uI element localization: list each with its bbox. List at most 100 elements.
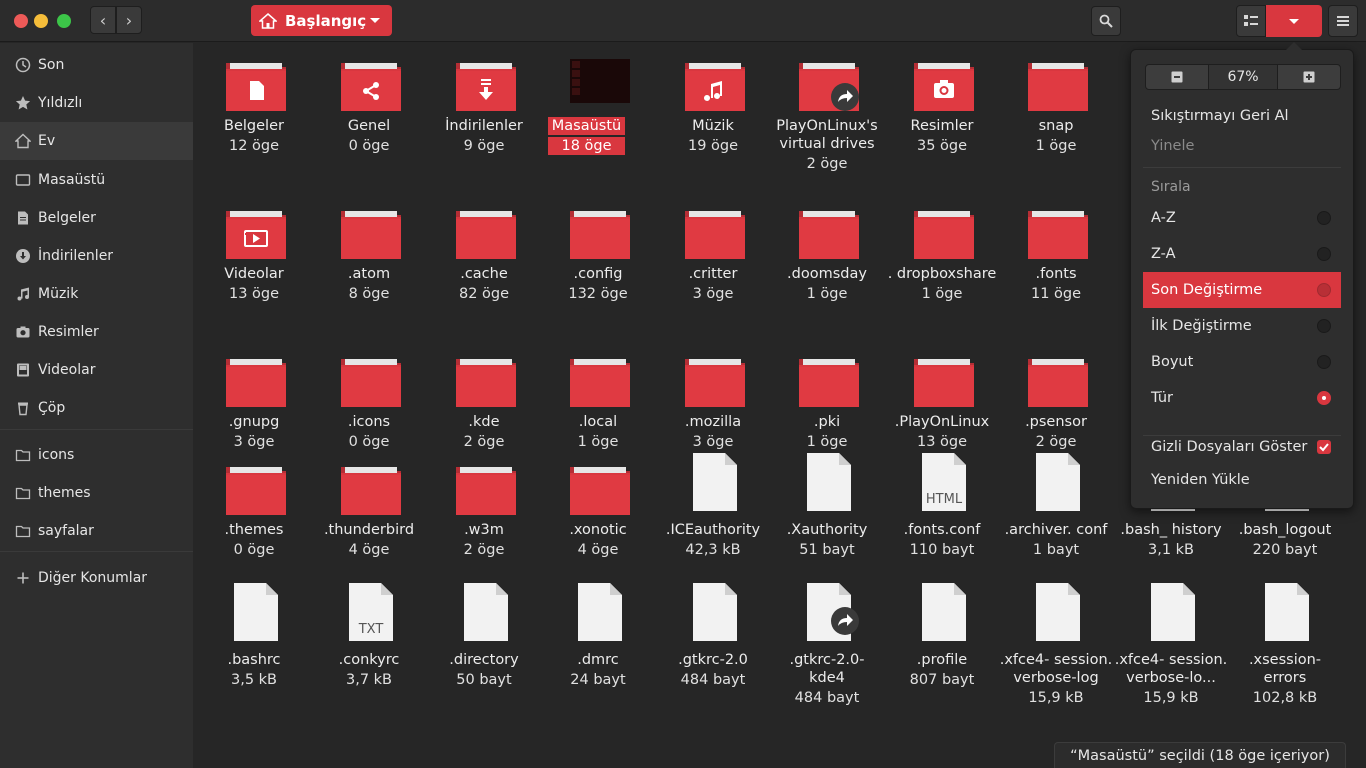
folder-item[interactable]: snap 1 öge	[999, 57, 1113, 197]
folder-item[interactable]: .w3m 2 öge	[427, 461, 541, 601]
file-item[interactable]: .gtkrc-2.0- kde4 484 bayt	[770, 583, 884, 731]
folder-icon	[454, 205, 518, 261]
list-view-button[interactable]	[1236, 5, 1266, 37]
folder-item[interactable]: Resimler 35 öge	[885, 57, 999, 197]
folder-item[interactable]: Belgeler 12 öge	[197, 57, 311, 197]
sidebar-item-icons[interactable]: icons	[0, 436, 193, 474]
sidebar-item-ev[interactable]: Ev	[0, 122, 193, 160]
folder-item[interactable]: .config 132 öge	[541, 205, 655, 345]
minimize-window-button[interactable]	[34, 14, 48, 28]
item-name: .ICEauthority	[665, 522, 761, 538]
item-meta: 3,1 kB	[1147, 542, 1194, 558]
view-options-popover: 67% Sıkıştırmayı Geri Al Yinele Sırala A…	[1130, 42, 1354, 509]
view-options-button[interactable]	[1266, 5, 1322, 37]
file-item[interactable]: .xfce4- session. verbose-log 15,9 kB	[999, 583, 1113, 731]
folder-icon	[797, 353, 861, 409]
file-item[interactable]: .xfce4- session. verbose-lo... 15,9 kB	[1114, 583, 1228, 731]
folder-item[interactable]: Masaüstü 18 öge	[541, 57, 655, 197]
file-item[interactable]: .profile 807 bayt	[885, 583, 999, 731]
maximize-window-button[interactable]	[57, 14, 71, 28]
folder-item[interactable]: Genel 0 öge	[312, 57, 426, 197]
sort-option[interactable]: Son Değiştirme	[1143, 272, 1341, 308]
file-item[interactable]: .bashrc 3,5 kB	[197, 583, 311, 731]
item-meta: 102,8 kB	[1252, 690, 1318, 706]
item-meta: 110 bayt	[909, 542, 975, 558]
sort-radio[interactable]	[1317, 283, 1331, 297]
menu-button[interactable]	[1328, 5, 1358, 37]
folder-item[interactable]: Videolar 13 öge	[197, 205, 311, 345]
sidebar-item-resimler[interactable]: Resimler	[0, 313, 193, 351]
folder-item[interactable]: . dropboxshare 1 öge	[885, 205, 999, 345]
sort-option[interactable]: Boyut	[1143, 344, 1341, 380]
sidebar-item-masaüstü[interactable]: Masaüstü	[0, 161, 193, 199]
sidebar-item-diğer-konumlar[interactable]: Diğer Konumlar	[0, 559, 193, 597]
sidebar-item-themes[interactable]: themes	[0, 474, 193, 512]
file-item[interactable]: .archiver. conf 1 bayt	[999, 453, 1113, 601]
sidebar-item-videolar[interactable]: Videolar	[0, 351, 193, 389]
file-icon	[797, 451, 861, 511]
sort-option[interactable]: Z-A	[1143, 236, 1341, 272]
item-name: .dmrc	[577, 652, 619, 668]
path-button[interactable]: Başlangıç	[251, 5, 392, 36]
item-meta: 35 öge	[916, 138, 968, 154]
close-window-button[interactable]	[14, 14, 28, 28]
folder-item[interactable]: .atom 8 öge	[312, 205, 426, 345]
item-meta: 4 öge	[577, 542, 619, 558]
sidebar-item-çöp[interactable]: Çöp	[0, 389, 193, 427]
folder-item[interactable]: Müzik 19 öge	[656, 57, 770, 197]
sidebar-item-müzik[interactable]: Müzik	[0, 275, 193, 313]
folder-item[interactable]: .themes 0 öge	[197, 461, 311, 601]
item-meta: 9 öge	[463, 138, 505, 154]
sidebar-item-sayfalar[interactable]: sayfalar	[0, 512, 193, 550]
folder-item[interactable]: .thunderbird 4 öge	[312, 461, 426, 601]
sort-option-label: Son Değiştirme	[1151, 282, 1263, 298]
folder-item[interactable]: .doomsday 1 öge	[770, 205, 884, 345]
file-item[interactable]: HTML .fonts.conf 110 bayt	[885, 453, 999, 601]
redo-menu-item[interactable]: Yinele	[1143, 128, 1341, 164]
file-item[interactable]: .gtkrc-2.0 484 bayt	[656, 583, 770, 731]
item-meta: 3,5 kB	[230, 672, 277, 688]
sidebar-item-i̇ndirilenler[interactable]: İndirilenler	[0, 237, 193, 275]
back-button[interactable]: ‹	[90, 6, 116, 34]
reload-menu-item[interactable]: Yeniden Yükle	[1143, 462, 1341, 498]
file-item[interactable]: .directory 50 bayt	[427, 583, 541, 731]
folder-icon	[14, 522, 32, 540]
sidebar-item-belgeler[interactable]: Belgeler	[0, 199, 193, 237]
forward-button[interactable]: ›	[116, 6, 142, 34]
folder-item[interactable]: .cache 82 öge	[427, 205, 541, 345]
file-item[interactable]: .dmrc 24 bayt	[541, 583, 655, 731]
folder-item[interactable]: .fonts 11 öge	[999, 205, 1113, 345]
folder-item[interactable]: .critter 3 öge	[656, 205, 770, 345]
sort-option[interactable]: A-Z	[1143, 200, 1341, 236]
redo-label: Yinele	[1151, 138, 1195, 154]
chevron-right-icon: ›	[125, 10, 133, 30]
item-meta: 24 bayt	[570, 672, 626, 688]
sidebar-item-yıldızlı[interactable]: Yıldızlı	[0, 84, 193, 122]
item-meta: 12 öge	[228, 138, 280, 154]
status-bar: “Masaüstü” seçildi (18 öge içeriyor)	[1054, 742, 1346, 768]
sort-radio[interactable]	[1317, 247, 1331, 261]
sort-option[interactable]: Tür	[1143, 380, 1341, 416]
sort-option-label: Z-A	[1151, 246, 1176, 262]
show-hidden-checkbox[interactable]	[1317, 440, 1331, 454]
sort-option[interactable]: İlk Değiştirme	[1143, 308, 1341, 344]
show-hidden-files-item[interactable]: Gizli Dosyaları Göster	[1143, 429, 1341, 465]
sort-radio[interactable]	[1317, 355, 1331, 369]
search-button[interactable]	[1091, 6, 1121, 36]
sort-radio[interactable]	[1317, 319, 1331, 333]
folder-item[interactable]: .xonotic 4 öge	[541, 461, 655, 601]
sort-radio[interactable]	[1317, 211, 1331, 225]
sort-radio[interactable]	[1317, 391, 1331, 405]
sidebar-item-son[interactable]: Son	[0, 46, 193, 84]
zoom-in-button[interactable]	[1277, 64, 1341, 90]
list-view-icon	[1244, 15, 1258, 26]
file-item[interactable]: .ICEauthority 42,3 kB	[656, 453, 770, 601]
folder-icon	[568, 205, 632, 261]
zoom-out-button[interactable]	[1145, 64, 1209, 90]
folder-item[interactable]: PlayOnLinux's virtual drives 2 öge	[770, 57, 884, 197]
file-item[interactable]: TXT .conkyrc 3,7 kB	[312, 583, 426, 731]
folder-item[interactable]: İndirilenler 9 öge	[427, 57, 541, 197]
file-item[interactable]: .xsession- errors 102,8 kB	[1228, 583, 1342, 731]
desktop-folder-icon	[568, 57, 632, 113]
file-item[interactable]: .Xauthority 51 bayt	[770, 453, 884, 601]
